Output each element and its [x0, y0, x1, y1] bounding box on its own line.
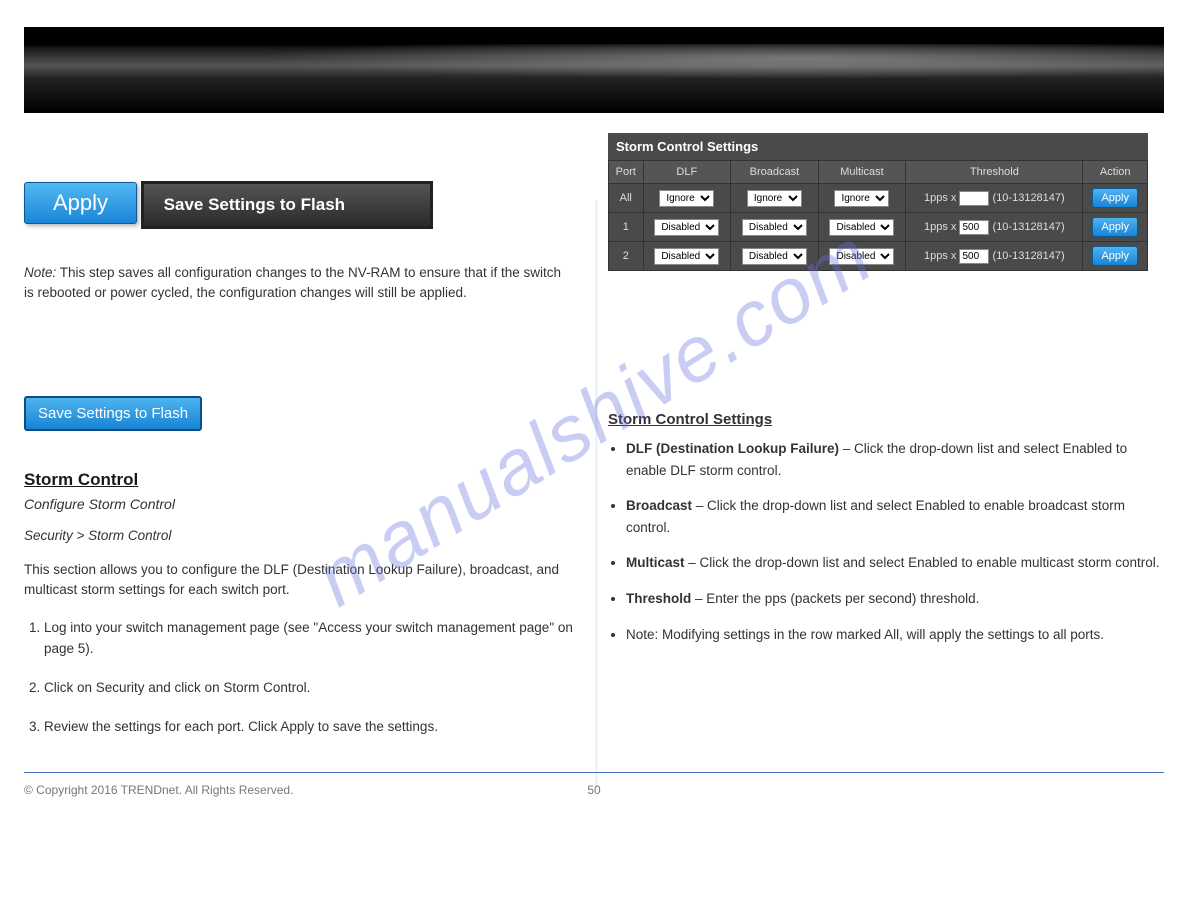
- section-subheading: Configure Storm Control: [24, 496, 578, 512]
- multicast-select[interactable]: Ignore: [834, 190, 889, 207]
- cell-action: Apply: [1083, 242, 1148, 271]
- cell-multicast: Ignore: [818, 184, 906, 213]
- col-multicast: Multicast: [818, 161, 906, 184]
- cell-threshold: 1pps x (10-13128147): [906, 242, 1083, 271]
- save-settings-flash-button[interactable]: Save Settings to Flash: [24, 396, 202, 431]
- bullet-dlf: DLF (Destination Lookup Failure) – Click…: [626, 438, 1164, 481]
- bullet-note: Note: Modifying settings in the row mark…: [626, 624, 1164, 646]
- scs-caption: Storm Control Settings: [608, 133, 1148, 160]
- cell-threshold: 1pps x (10-13128147): [906, 213, 1083, 242]
- bullets-list: DLF (Destination Lookup Failure) – Click…: [626, 438, 1164, 645]
- bullet-multicast: Multicast – Click the drop-down list and…: [626, 552, 1164, 574]
- page-number: 50: [587, 783, 600, 797]
- storm-control-table: Storm Control Settings Port DLF Broadcas…: [608, 133, 1148, 271]
- bullet-threshold: Threshold – Enter the pps (packets per s…: [626, 588, 1164, 610]
- col-threshold: Threshold: [906, 161, 1083, 184]
- apply-button[interactable]: Apply: [24, 182, 137, 224]
- col-action: Action: [1083, 161, 1148, 184]
- row-apply-button[interactable]: Apply: [1092, 217, 1138, 237]
- step-item: Click on Security and click on Storm Con…: [44, 678, 578, 699]
- cell-dlf: Disabled: [643, 242, 731, 271]
- cell-action: Apply: [1083, 213, 1148, 242]
- col-dlf: DLF: [643, 161, 731, 184]
- right-heading: Storm Control Settings: [608, 411, 1164, 428]
- cell-multicast: Disabled: [818, 213, 906, 242]
- multicast-select[interactable]: Disabled: [829, 219, 894, 236]
- table-row: 1 Disabled Disabled Disabled 1pps x (10-1312…: [609, 213, 1148, 242]
- table-row: All Ignore Ignore Ignore 1pps x (10-13128147…: [609, 184, 1148, 213]
- threshold-input[interactable]: [959, 191, 989, 206]
- threshold-input[interactable]: [959, 249, 989, 264]
- note-text: Note: This step saves all configuration …: [24, 263, 564, 304]
- steps-list: Log into your switch management page (se…: [24, 618, 578, 738]
- bullet-broadcast: Broadcast – Click the drop-down list and…: [626, 495, 1164, 538]
- cell-multicast: Disabled: [818, 242, 906, 271]
- intro-paragraph: This section allows you to configure the…: [24, 560, 578, 601]
- cell-broadcast: Disabled: [731, 213, 819, 242]
- cell-port: All: [609, 184, 644, 213]
- row-apply-button[interactable]: Apply: [1092, 246, 1138, 266]
- copyright: © Copyright 2016 TRENDnet. All Rights Re…: [24, 783, 293, 797]
- save-settings-flash-menu[interactable]: Save Settings to Flash: [141, 181, 433, 229]
- cell-broadcast: Disabled: [731, 242, 819, 271]
- cell-threshold: 1pps x (10-13128147): [906, 184, 1083, 213]
- step-item: Log into your switch management page (se…: [44, 618, 578, 660]
- dlf-select[interactable]: Disabled: [654, 219, 719, 236]
- dlf-select[interactable]: Ignore: [659, 190, 714, 207]
- nav-path: Security > Storm Control: [24, 528, 171, 543]
- row-apply-button[interactable]: Apply: [1092, 188, 1138, 208]
- broadcast-select[interactable]: Ignore: [747, 190, 802, 207]
- col-port: Port: [609, 161, 644, 184]
- cell-dlf: Ignore: [643, 184, 731, 213]
- table-row: 2 Disabled Disabled Disabled 1pps x (10-1312…: [609, 242, 1148, 271]
- multicast-select[interactable]: Disabled: [829, 248, 894, 265]
- page-footer: © Copyright 2016 TRENDnet. All Rights Re…: [24, 772, 1164, 797]
- cell-dlf: Disabled: [643, 213, 731, 242]
- cell-action: Apply: [1083, 184, 1148, 213]
- step-item: Review the settings for each port. Click…: [44, 717, 578, 738]
- note-label: Note:: [24, 265, 56, 280]
- section-heading-storm-control: Storm Control: [24, 470, 578, 490]
- banner-image: [24, 27, 1164, 113]
- broadcast-select[interactable]: Disabled: [742, 248, 807, 265]
- cell-port: 2: [609, 242, 644, 271]
- cell-broadcast: Ignore: [731, 184, 819, 213]
- threshold-input[interactable]: [959, 220, 989, 235]
- broadcast-select[interactable]: Disabled: [742, 219, 807, 236]
- col-broadcast: Broadcast: [731, 161, 819, 184]
- dlf-select[interactable]: Disabled: [654, 248, 719, 265]
- cell-port: 1: [609, 213, 644, 242]
